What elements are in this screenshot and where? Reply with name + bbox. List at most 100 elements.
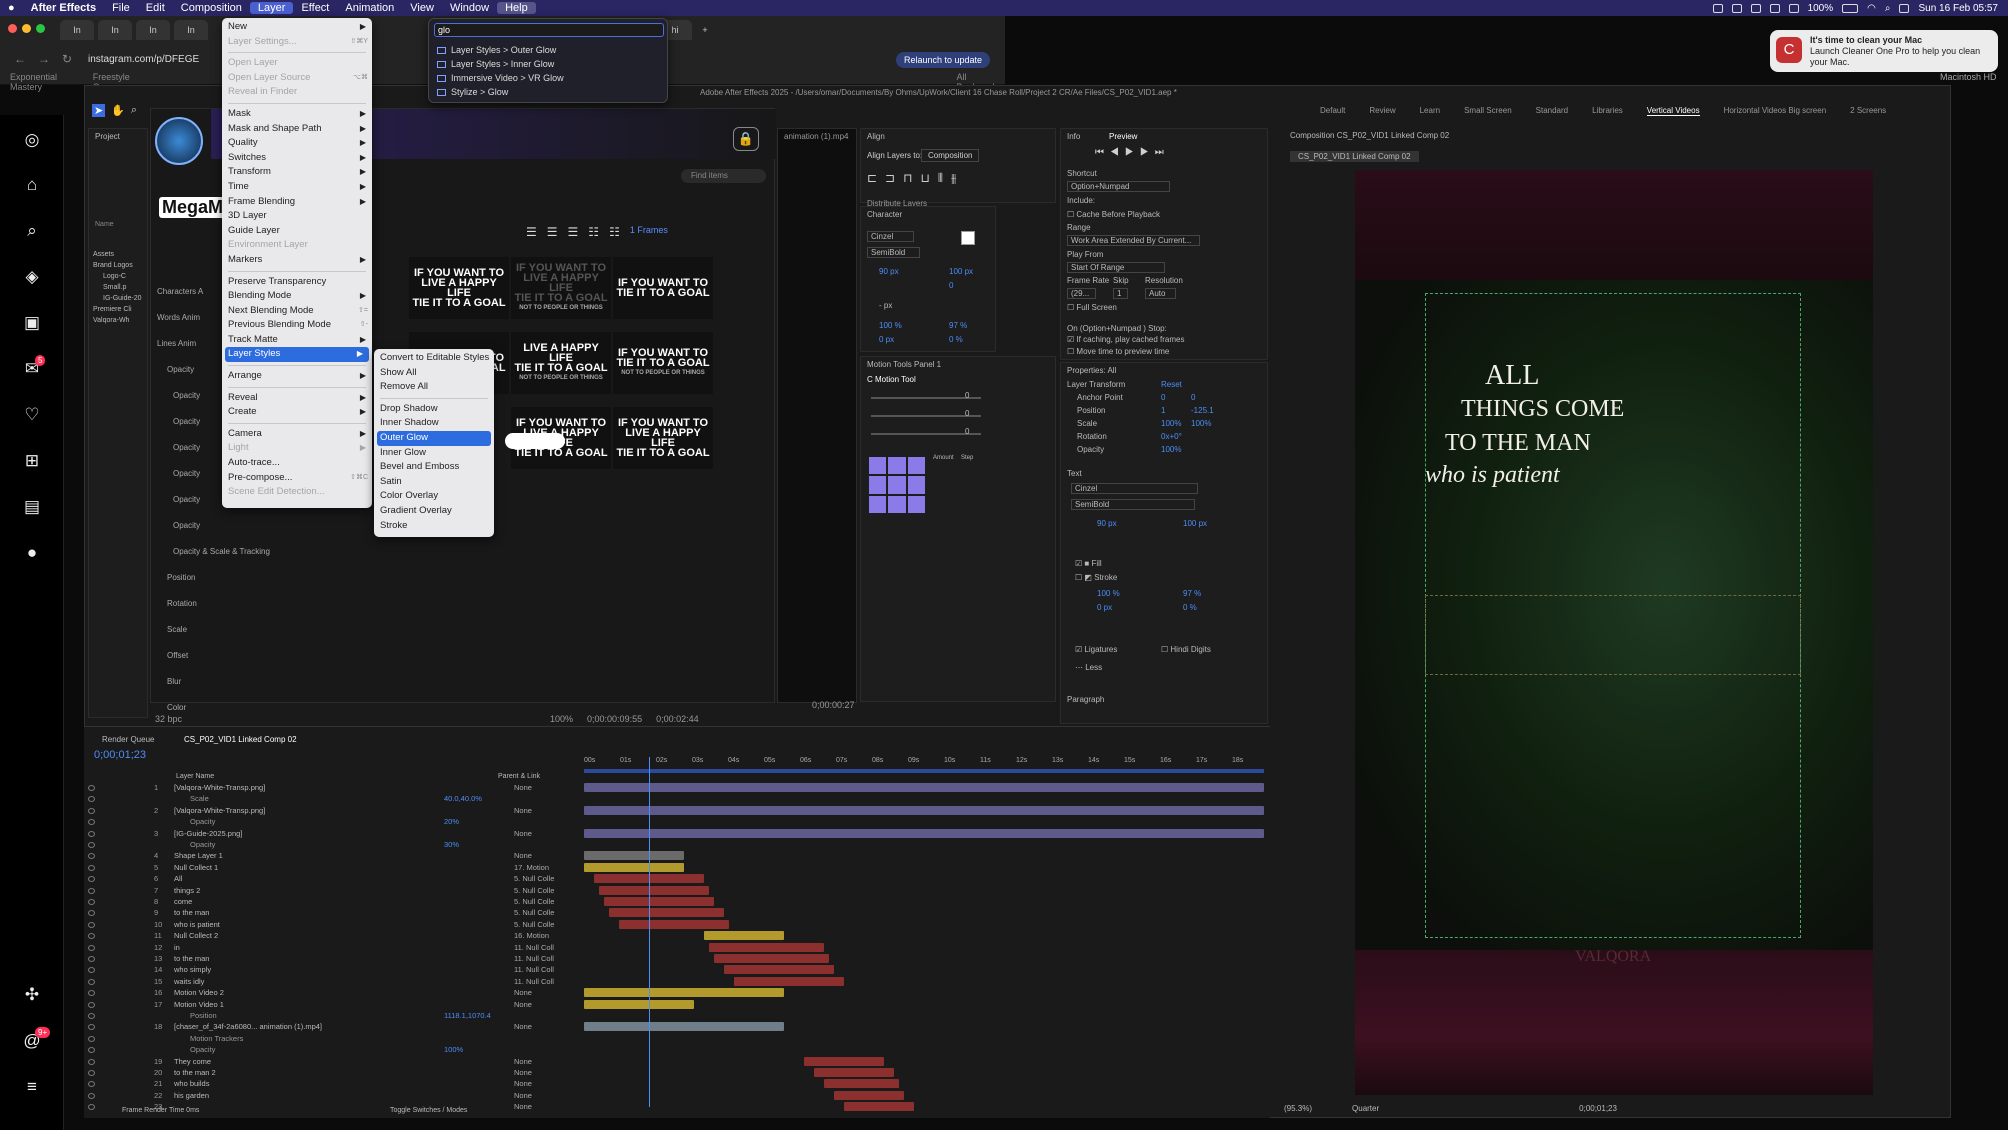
- reload-icon[interactable]: ↻: [62, 52, 72, 66]
- prop-value[interactable]: 100%: [1191, 419, 1211, 428]
- visibility-eye-icon[interactable]: [88, 876, 95, 883]
- prop-tsume[interactable]: 0 %: [1183, 603, 1197, 612]
- new-tab-button[interactable]: +: [696, 20, 714, 40]
- project-item[interactable]: Small.p: [93, 282, 142, 293]
- visibility-eye-icon[interactable]: [88, 1013, 95, 1019]
- disk-label[interactable]: Macintosh HD: [1940, 72, 1997, 82]
- help-search-input[interactable]: [434, 23, 664, 37]
- search-result[interactable]: Stylize > Glow: [437, 87, 508, 97]
- visibility-eye-icon[interactable]: [88, 933, 95, 940]
- layer-row[interactable]: 23 None: [84, 1102, 1270, 1113]
- layer-styles-item[interactable]: Stroke: [374, 519, 494, 534]
- layer-row[interactable]: 16 Motion Video 2 None: [84, 988, 1270, 999]
- preset-card[interactable]: IF YOU WANT TO TIE IT TO A GOAL NOT TO PEO…: [613, 332, 713, 394]
- search-result[interactable]: Layer Styles > Outer Glow: [437, 45, 556, 55]
- layer-row[interactable]: Opacity 30%: [84, 840, 1270, 851]
- property-value[interactable]: 30%: [444, 840, 459, 849]
- layer-duration-bar[interactable]: [844, 1102, 914, 1112]
- skip-select[interactable]: 1: [1113, 288, 1129, 299]
- parent-select[interactable]: 11. Null Coll: [514, 954, 554, 963]
- fullscreen-checkbox[interactable]: ☐ Full Screen: [1067, 303, 1117, 312]
- comp-breadcrumb[interactable]: CS_P02_VID1 Linked Comp 02: [1290, 151, 1419, 162]
- menu-view[interactable]: View: [402, 2, 442, 14]
- layer-row[interactable]: 7 things 2 5. Null Colle: [84, 885, 1270, 897]
- layer-row[interactable]: 6 All 5. Null Colle: [84, 874, 1270, 885]
- stroke-unit[interactable]: - px: [879, 301, 892, 310]
- layer-duration-bar[interactable]: [584, 805, 1264, 815]
- workspace-tab[interactable]: Libraries: [1592, 106, 1623, 116]
- layer-menu-item[interactable]: Quality ▶: [222, 136, 372, 151]
- align-center-icon[interactable]: ☰: [547, 225, 558, 239]
- layer-menu-item[interactable]: Markers ▶: [222, 253, 372, 268]
- app-menu[interactable]: After Effects: [23, 2, 104, 14]
- parent-select[interactable]: 17. Motion: [514, 863, 549, 872]
- workspace-tab-active[interactable]: Vertical Videos: [1646, 106, 1700, 116]
- notifications-icon[interactable]: ♡: [22, 405, 42, 425]
- layer-duration-bar[interactable]: [584, 851, 684, 861]
- reset-button[interactable]: Reset: [1161, 380, 1182, 389]
- dashboard-icon[interactable]: ▤: [22, 497, 42, 517]
- layer-name[interactable]: who simply: [174, 965, 211, 974]
- layer-name[interactable]: to the man: [174, 954, 209, 963]
- visibility-eye-icon[interactable]: [88, 785, 95, 791]
- layer-styles-item[interactable]: Inner Shadow: [374, 416, 494, 431]
- visibility-eye-icon[interactable]: [88, 956, 95, 962]
- search-icon[interactable]: ⌕: [22, 221, 42, 241]
- layer-styles-item[interactable]: Inner Glow: [374, 446, 494, 461]
- layer-duration-bar[interactable]: [824, 1079, 899, 1089]
- layer-row[interactable]: Motion Trackers: [84, 1034, 1270, 1045]
- layer-styles-item[interactable]: Outer Glow: [377, 430, 491, 446]
- visibility-eye-icon[interactable]: [88, 819, 95, 826]
- visibility-eye-icon[interactable]: [88, 864, 95, 871]
- address-bar[interactable]: instagram.com/p/DFEGE: [88, 50, 218, 68]
- layer-name[interactable]: Opacity: [190, 840, 215, 849]
- layer-menu-item[interactable]: Previous Blending Mode ⇧-: [222, 318, 372, 333]
- layer-menu-item[interactable]: Arrange ▶: [222, 369, 372, 384]
- apple-icon[interactable]: ●: [0, 2, 23, 14]
- layer-row[interactable]: Scale 40.0,40.0%: [84, 794, 1270, 805]
- layer-duration-bar[interactable]: [584, 988, 784, 998]
- layer-name[interactable]: things 2: [174, 886, 200, 895]
- layer-menu-item[interactable]: Layer Styles ▶: [225, 347, 369, 363]
- parent-select[interactable]: None: [514, 829, 532, 838]
- property-value[interactable]: 100%: [444, 1045, 463, 1054]
- visibility-eye-icon[interactable]: [88, 796, 95, 803]
- layer-row[interactable]: 15 waits idly 11. Null Coll: [84, 976, 1270, 988]
- workspace-tab[interactable]: Standard: [1536, 106, 1568, 116]
- layer-name[interactable]: [Valqora-White-Transp.png]: [174, 783, 265, 792]
- parent-select[interactable]: 5. Null Colle: [514, 874, 554, 883]
- layer-row[interactable]: Opacity 100%: [84, 1045, 1270, 1056]
- prop-value[interactable]: 0x+0°: [1161, 432, 1182, 441]
- comp-tab[interactable]: Composition CS_P02_VID1 Linked Comp 02: [1290, 131, 1449, 140]
- prop-vscale[interactable]: 100 %: [1097, 589, 1120, 598]
- range-select[interactable]: Work Area Extended By Current...: [1067, 235, 1201, 246]
- parent-select[interactable]: 16. Motion: [514, 931, 549, 940]
- menu-window[interactable]: Window: [442, 2, 497, 14]
- workspace-tab[interactable]: Default: [1320, 106, 1345, 116]
- parent-select[interactable]: 11. Null Coll: [514, 977, 554, 986]
- parent-select[interactable]: None: [514, 783, 532, 792]
- vpn-icon[interactable]: [1712, 3, 1723, 13]
- project-item[interactable]: Assets: [93, 249, 142, 260]
- visibility-eye-icon[interactable]: [88, 1058, 95, 1065]
- prop-value[interactable]: 0: [1191, 393, 1195, 402]
- distribute-v-icon[interactable]: ☷: [609, 225, 620, 239]
- wifi-icon[interactable]: ◠: [1867, 3, 1876, 14]
- visibility-eye-icon[interactable]: [88, 944, 95, 951]
- bluetooth-icon[interactable]: [1788, 3, 1799, 13]
- layer-name[interactable]: who builds: [174, 1079, 209, 1088]
- font-family-select[interactable]: Cinzel: [867, 231, 915, 242]
- timecode[interactable]: 0;00;01;23: [94, 749, 146, 761]
- menu-animation[interactable]: Animation: [337, 2, 402, 14]
- browser-tab[interactable]: In: [174, 20, 208, 40]
- framerate-select[interactable]: (29...: [1067, 288, 1097, 299]
- resolution-select[interactable]: Auto: [1145, 288, 1177, 299]
- layer-row[interactable]: 5 Null Collect 1 17. Motion: [84, 862, 1270, 874]
- visibility-eye-icon[interactable]: [88, 887, 95, 894]
- visibility-eye-icon[interactable]: [88, 1024, 95, 1031]
- prop-size[interactable]: 90 px: [1097, 519, 1117, 528]
- minimize-window-icon[interactable]: [22, 24, 31, 33]
- close-window-icon[interactable]: [8, 24, 17, 33]
- visibility-eye-icon[interactable]: [88, 830, 95, 837]
- layer-row[interactable]: 22 his garden None: [84, 1090, 1270, 1102]
